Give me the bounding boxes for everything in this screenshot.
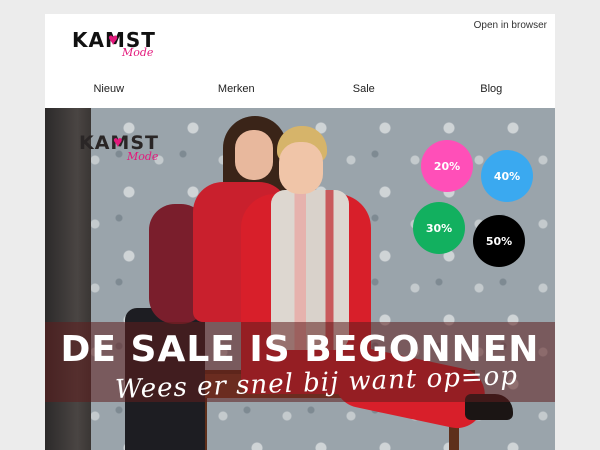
model-right-face (279, 142, 323, 194)
kamst-logo[interactable]: KAMST ♥ Mode (72, 28, 155, 59)
discount-badge-50: 50% (473, 215, 525, 267)
badge-label: 50% (485, 234, 513, 248)
hero-banner-image[interactable]: KAMST ♥ Mode 20% 40% 30% 50% DE SALE IS … (45, 108, 555, 450)
nav-item-nieuw[interactable]: Nieuw (45, 83, 173, 95)
hero-logo-subtitle: Mode (127, 150, 159, 163)
badge-label: 20% (433, 159, 461, 173)
hero-logo: KAMST ♥ Mode (79, 132, 169, 163)
discount-badge-40: 40% (481, 150, 533, 202)
heart-icon: ♥ (108, 30, 119, 49)
discount-badge-20: 20% (421, 140, 473, 192)
badge-label: 40% (493, 169, 521, 183)
logo-subtitle: Mode (122, 46, 154, 59)
nav-item-sale[interactable]: Sale (300, 83, 428, 95)
main-nav: Nieuw Merken Sale Blog (45, 70, 555, 108)
email-header: KAMST ♥ Mode Open in browser (45, 14, 555, 70)
open-in-browser-link[interactable]: Open in browser (474, 20, 547, 31)
email-body: KAMST ♥ Mode Open in browser Nieuw Merke… (45, 14, 555, 450)
discount-badge-30: 30% (413, 202, 465, 254)
nav-item-blog[interactable]: Blog (428, 83, 556, 95)
nav-item-merken[interactable]: Merken (173, 83, 301, 95)
badge-label: 30% (425, 221, 453, 235)
heart-icon: ♥ (113, 134, 123, 151)
model-left-face (235, 130, 273, 180)
